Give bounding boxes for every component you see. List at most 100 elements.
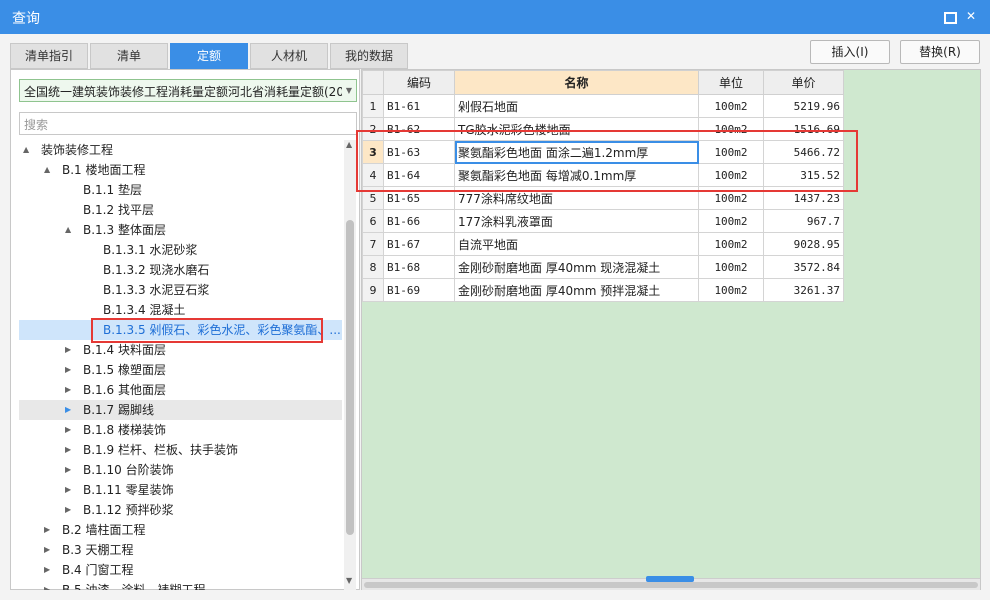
cell-unit[interactable]: 100m2 bbox=[698, 140, 764, 164]
tab-my-data[interactable]: 我的数据 bbox=[330, 43, 408, 69]
cell-unit[interactable]: 100m2 bbox=[698, 117, 764, 141]
table-row[interactable]: 8 B1-68 金刚砂耐磨地面 厚40mm 现浇混凝土 100m2 3572.8… bbox=[362, 255, 844, 279]
cell-price[interactable]: 967.7 bbox=[763, 209, 844, 233]
column-header-code[interactable]: 编码 bbox=[383, 70, 455, 95]
cell-price[interactable]: 1516.69 bbox=[763, 117, 844, 141]
insert-button[interactable]: 插入(I) bbox=[810, 40, 890, 64]
tree-item[interactable]: ▶ B.1.4 块料面层 bbox=[19, 340, 342, 360]
tree-item[interactable]: B.1.1 垫层 bbox=[19, 180, 342, 200]
expand-arrow-icon[interactable]: ▶ bbox=[65, 500, 75, 520]
cell-price[interactable]: 5219.96 bbox=[763, 94, 844, 118]
expand-arrow-icon[interactable]: ▶ bbox=[65, 340, 75, 360]
tree-item-hover[interactable]: ▶ B.1.7 踢脚线 bbox=[19, 400, 342, 420]
cell-unit[interactable]: 100m2 bbox=[698, 278, 764, 302]
tree-item-selected[interactable]: B.1.3.5 剁假石、彩色水泥、彩色聚氨酯、... bbox=[19, 320, 342, 340]
tab-bill[interactable]: 清单 bbox=[90, 43, 168, 69]
tree-item[interactable]: B.1.2 找平层 bbox=[19, 200, 342, 220]
cell-code[interactable]: B1-69 bbox=[383, 278, 455, 302]
cell-code[interactable]: B1-65 bbox=[383, 186, 455, 210]
search-input[interactable]: 搜索 bbox=[19, 112, 357, 135]
cell-unit[interactable]: 100m2 bbox=[698, 186, 764, 210]
expand-arrow-icon[interactable]: ▶ bbox=[65, 420, 75, 440]
expand-arrow-icon[interactable]: ▶ bbox=[65, 440, 75, 460]
tree-item[interactable]: ▶ B.2 墙柱面工程 bbox=[19, 520, 342, 540]
table-row[interactable]: 5 B1-65 777涂料席纹地面 100m2 1437.23 bbox=[362, 186, 844, 210]
scrollbar-thumb[interactable] bbox=[346, 220, 354, 535]
tree-item[interactable]: ▶ B.1.6 其他面层 bbox=[19, 380, 342, 400]
close-icon[interactable]: ✕ bbox=[964, 9, 978, 23]
expand-arrow-icon[interactable]: ▶ bbox=[44, 520, 54, 540]
tab-labor-material-machine[interactable]: 人材机 bbox=[250, 43, 328, 69]
cell-unit[interactable]: 100m2 bbox=[698, 94, 764, 118]
table-row-current[interactable]: 3 B1-63 聚氨酯彩色地面 面涂二遍1.2mm厚 100m2 5466.72 bbox=[362, 140, 844, 164]
tab-quota[interactable]: 定额 bbox=[170, 43, 248, 69]
cell-code[interactable]: B1-64 bbox=[383, 163, 455, 187]
cell-price[interactable]: 3261.37 bbox=[763, 278, 844, 302]
cell-name[interactable]: 金刚砂耐磨地面 厚40mm 现浇混凝土 bbox=[454, 255, 699, 279]
cell-unit[interactable]: 100m2 bbox=[698, 163, 764, 187]
restore-icon[interactable] bbox=[942, 9, 957, 24]
cell-name[interactable]: 777涂料席纹地面 bbox=[454, 186, 699, 210]
tree-item[interactable]: ▶ B.1.12 预拌砂浆 bbox=[19, 500, 342, 520]
cell-name[interactable]: 聚氨酯彩色地面 面涂二遍1.2mm厚 bbox=[454, 140, 699, 164]
tree-item[interactable]: B.1.3.1 水泥砂浆 bbox=[19, 240, 342, 260]
tree-item[interactable]: ▶ B.1.11 零星装饰 bbox=[19, 480, 342, 500]
cell-name[interactable]: 自流平地面 bbox=[454, 232, 699, 256]
expand-arrow-icon[interactable]: ▶ bbox=[44, 580, 54, 590]
column-header-name[interactable]: 名称 bbox=[454, 70, 699, 95]
expand-arrow-icon[interactable]: ▶ bbox=[65, 360, 75, 380]
expand-arrow-icon[interactable]: ▲ bbox=[65, 220, 75, 240]
tree-item[interactable]: B.1.3.4 混凝土 bbox=[19, 300, 342, 320]
scrollbar-thumb[interactable] bbox=[364, 582, 978, 588]
table-row[interactable]: 7 B1-67 自流平地面 100m2 9028.95 bbox=[362, 232, 844, 256]
cell-unit[interactable]: 100m2 bbox=[698, 232, 764, 256]
expand-arrow-icon[interactable]: ▶ bbox=[44, 540, 54, 560]
column-header-unit[interactable]: 单位 bbox=[698, 70, 764, 95]
cell-name[interactable]: 177涂料乳液罩面 bbox=[454, 209, 699, 233]
tree-item[interactable]: ▶ B.5 油漆、涂料、裱糊工程 bbox=[19, 580, 342, 590]
cell-unit[interactable]: 100m2 bbox=[698, 255, 764, 279]
cell-name[interactable]: 剁假石地面 bbox=[454, 94, 699, 118]
table-row[interactable]: 2 B1-62 TG胶水泥彩色楼地面 100m2 1516.69 bbox=[362, 117, 844, 141]
tree-item[interactable]: ▶ B.1.5 橡塑面层 bbox=[19, 360, 342, 380]
grid-horizontal-scrollbar[interactable] bbox=[362, 576, 980, 590]
cell-code[interactable]: B1-62 bbox=[383, 117, 455, 141]
cell-code[interactable]: B1-67 bbox=[383, 232, 455, 256]
cell-code[interactable]: B1-63 bbox=[383, 140, 455, 164]
expand-arrow-icon[interactable]: ▶ bbox=[65, 480, 75, 500]
tree-item[interactable]: ▲ 装饰装修工程 bbox=[19, 140, 342, 160]
scroll-down-icon[interactable]: ▼ bbox=[346, 576, 352, 585]
tree-item[interactable]: ▲ B.1 楼地面工程 bbox=[19, 160, 342, 180]
table-row[interactable]: 6 B1-66 177涂料乳液罩面 100m2 967.7 bbox=[362, 209, 844, 233]
cell-name[interactable]: TG胶水泥彩色楼地面 bbox=[454, 117, 699, 141]
tree-item[interactable]: ▲ B.1.3 整体面层 bbox=[19, 220, 342, 240]
cell-unit[interactable]: 100m2 bbox=[698, 209, 764, 233]
column-header-price[interactable]: 单价 bbox=[763, 70, 844, 95]
table-row[interactable]: 9 B1-69 金刚砂耐磨地面 厚40mm 预拌混凝土 100m2 3261.3… bbox=[362, 278, 844, 302]
cell-code[interactable]: B1-66 bbox=[383, 209, 455, 233]
tree-scrollbar[interactable]: ▲ ▼ bbox=[344, 140, 356, 590]
scroll-up-icon[interactable]: ▲ bbox=[346, 140, 352, 149]
expand-arrow-icon[interactable]: ▲ bbox=[44, 160, 54, 180]
tab-bill-guide[interactable]: 清单指引 bbox=[10, 43, 88, 69]
table-row[interactable]: 1 B1-61 剁假石地面 100m2 5219.96 bbox=[362, 94, 844, 118]
tree-item[interactable]: ▶ B.1.9 栏杆、栏板、扶手装饰 bbox=[19, 440, 342, 460]
expand-arrow-icon[interactable]: ▶ bbox=[44, 560, 54, 580]
tree-item[interactable]: ▶ B.1.10 台阶装饰 bbox=[19, 460, 342, 480]
table-row[interactable]: 4 B1-64 聚氨酯彩色地面 每增减0.1mm厚 100m2 315.52 bbox=[362, 163, 844, 187]
cell-name[interactable]: 聚氨酯彩色地面 每增减0.1mm厚 bbox=[454, 163, 699, 187]
cell-price[interactable]: 315.52 bbox=[763, 163, 844, 187]
cell-name[interactable]: 金刚砂耐磨地面 厚40mm 预拌混凝土 bbox=[454, 278, 699, 302]
expand-arrow-icon[interactable]: ▲ bbox=[23, 140, 33, 160]
expand-arrow-icon[interactable]: ▶ bbox=[65, 380, 75, 400]
cell-price[interactable]: 5466.72 bbox=[763, 140, 844, 164]
replace-button[interactable]: 替换(R) bbox=[900, 40, 980, 64]
library-select[interactable]: 全国统一建筑装饰装修工程消耗量定额河北省消耗量定额(20 ▼ bbox=[19, 79, 357, 102]
expand-arrow-icon[interactable]: ▶ bbox=[65, 400, 75, 420]
collapse-panel-handle[interactable] bbox=[646, 576, 694, 582]
expand-arrow-icon[interactable]: ▶ bbox=[65, 460, 75, 480]
tree-item[interactable]: ▶ B.4 门窗工程 bbox=[19, 560, 342, 580]
tree-item[interactable]: B.1.3.2 现浇水磨石 bbox=[19, 260, 342, 280]
tree-item[interactable]: ▶ B.1.8 楼梯装饰 bbox=[19, 420, 342, 440]
cell-code[interactable]: B1-61 bbox=[383, 94, 455, 118]
